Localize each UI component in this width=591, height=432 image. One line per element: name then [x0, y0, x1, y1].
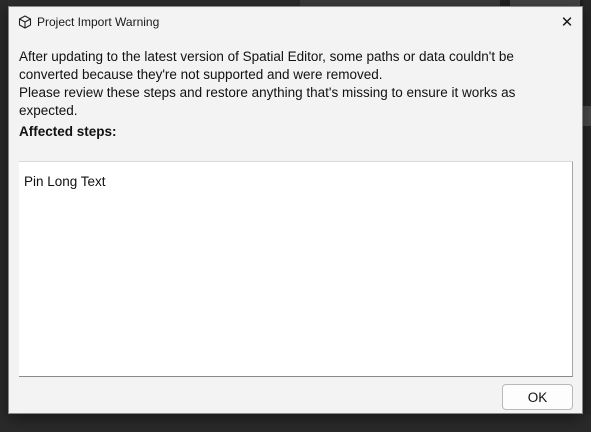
message-line-1: After updating to the latest version of …: [19, 49, 514, 82]
dialog-content: After updating to the latest version of …: [9, 37, 582, 413]
dialog-titlebar[interactable]: Project Import Warning ✕: [9, 7, 582, 37]
project-import-warning-dialog: Project Import Warning ✕ After updating …: [8, 6, 583, 414]
affected-steps-list[interactable]: Pin Long Text: [19, 161, 573, 377]
close-button[interactable]: ✕: [552, 7, 582, 37]
message-line-2: Please review these steps and restore an…: [19, 85, 516, 118]
background-right-tab: [583, 106, 591, 126]
background-left-edge: [0, 0, 8, 432]
list-item[interactable]: Pin Long Text: [24, 173, 106, 191]
ok-button[interactable]: OK: [502, 384, 573, 410]
cube-icon: [18, 15, 32, 29]
background-bottom-edge: [0, 414, 591, 432]
affected-steps-label: Affected steps:: [19, 124, 117, 139]
background-right-panel: [583, 0, 591, 432]
dialog-title: Project Import Warning: [37, 15, 160, 29]
warning-message: After updating to the latest version of …: [19, 48, 575, 120]
close-icon: ✕: [560, 14, 574, 31]
